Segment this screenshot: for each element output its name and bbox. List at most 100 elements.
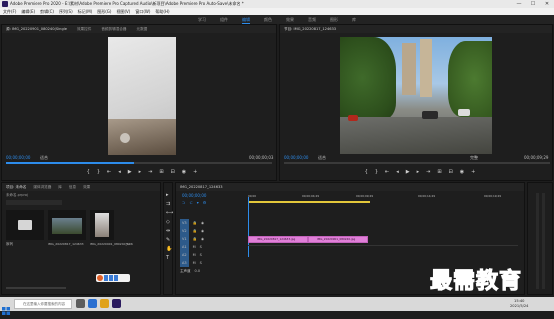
tab-audio-clip-mixer[interactable]: 音频剪辑混合器 [101,25,126,33]
program-fit-select[interactable]: 适合 [318,155,326,161]
export-frame-icon[interactable]: ◉ [182,169,186,175]
workspace-audio[interactable]: 音频 [308,15,316,24]
solo-icon[interactable]: S [200,243,202,251]
insert-icon[interactable]: ⊞ [159,169,163,175]
track-v3-target[interactable]: V3 [180,219,189,227]
menu-graphics[interactable]: 图形(G) [97,8,111,15]
program-scrub-bar[interactable] [284,162,550,164]
prog-mark-out-icon[interactable]: } [375,169,378,175]
tab-sequence[interactable]: IMG_20220817_124633 [180,183,223,191]
close-button[interactable]: ✕ [540,0,554,8]
razor-tool-icon[interactable]: ◇ [166,218,172,227]
prog-play-icon[interactable]: ▶ [406,169,410,175]
prog-go-to-in-icon[interactable]: ⇤ [385,169,389,175]
add-icon[interactable]: + [193,169,197,175]
edge-browser-icon[interactable] [88,299,97,308]
taskbar-search-input[interactable]: 在这里输入你要搜索的内容 [14,299,72,309]
program-quality-select[interactable]: 完整 [470,155,478,161]
tab-libraries[interactable]: 库 [58,183,62,191]
menu-help[interactable]: 帮助(H) [155,8,169,15]
track-v1-target[interactable]: V1 [180,235,189,243]
lift-icon[interactable]: ⊞ [437,169,441,175]
playhead[interactable] [248,197,249,257]
workspace-assembly[interactable]: 组件 [220,15,228,24]
tab-media-browser[interactable]: 媒体浏览器 [33,183,51,191]
step-forward-icon[interactable]: ▸ [139,169,142,175]
tab-source[interactable]: 源: IMG_20220901_080240(Single [6,25,67,33]
ime-toolbar[interactable] [96,274,130,282]
menu-edit[interactable]: 编辑(E) [21,8,35,15]
clip-thumb-2[interactable] [90,210,114,240]
workspace-effects[interactable]: 效果 [286,15,294,24]
wrench-icon[interactable]: ⚙ [203,200,207,205]
mark-out-icon[interactable]: } [97,169,100,175]
step-back-icon[interactable]: ◂ [118,169,121,175]
mark-in-icon[interactable]: { [87,169,90,175]
task-view-icon[interactable] [76,299,85,308]
slip-tool-icon[interactable]: ⇹ [166,227,172,236]
menu-markers[interactable]: 标记(M) [78,8,93,15]
timeline-clip-2[interactable]: IMG_20220901_080240.jpg [308,236,368,243]
tab-project[interactable]: 项目: 未命名 [6,183,26,191]
maximize-button[interactable]: ☐ [526,0,540,8]
menu-sequence[interactable]: 序列(S) [59,8,73,15]
linked-selection-icon[interactable]: ⊂ [189,200,192,205]
file-explorer-icon[interactable] [100,299,109,308]
master-value[interactable]: 0.0 [195,267,201,275]
prog-step-forward-icon[interactable]: ▸ [417,169,420,175]
go-to-in-icon[interactable]: ⇤ [107,169,111,175]
track-v2-target[interactable]: V2 [180,227,189,235]
clip-thumb-1[interactable] [48,210,86,240]
track-a2-target[interactable]: A2 [180,251,189,259]
selection-tool-icon[interactable]: ▸ [166,191,172,200]
eye-icon[interactable]: ◉ [201,235,204,243]
tab-effects[interactable]: 效果 [83,183,90,191]
bin-thumb[interactable] [6,210,44,240]
lock-icon[interactable]: 🔒 [193,227,197,235]
pen-tool-icon[interactable]: ✎ [166,236,172,245]
source-fit-select[interactable]: 适合 [40,155,48,161]
menu-file[interactable]: 文件(F) [3,8,16,15]
workspace-graphics[interactable]: 图形 [330,15,338,24]
prog-go-to-out-icon[interactable]: ⇥ [426,169,430,175]
hand-tool-icon[interactable]: ✋ [166,245,172,254]
workspace-color[interactable]: 颜色 [264,15,272,24]
type-tool-icon[interactable]: T [166,254,172,263]
timeline-clip-1[interactable]: IMG_20220817_124633.jpg [248,236,308,243]
play-icon[interactable]: ▶ [128,169,132,175]
track-a3-target[interactable]: A3 [180,259,189,267]
overwrite-icon[interactable]: ⊟ [171,169,175,175]
solo-icon[interactable]: S [200,251,202,259]
tab-effect-controls[interactable]: 效果控件 [77,25,91,33]
mute-icon[interactable]: M [193,243,196,251]
prog-step-back-icon[interactable]: ◂ [396,169,399,175]
ripple-edit-icon[interactable]: ⟷ [166,209,173,218]
menu-window[interactable]: 窗口(W) [135,8,150,15]
mute-icon[interactable]: M [193,259,196,267]
system-clock[interactable]: 15:40 2021/5/24 [510,299,528,308]
timeline-timecode[interactable]: 00;00;00;00 [182,193,206,198]
lock-icon[interactable]: 🔒 [193,235,197,243]
tab-metadata[interactable]: 元数据 [136,25,147,33]
prog-mark-in-icon[interactable]: { [365,169,368,175]
menu-view[interactable]: 视图(V) [116,8,130,15]
windows-start-icon[interactable] [2,300,10,315]
add-marker-icon[interactable]: ▾ [197,200,199,205]
mute-icon[interactable]: M [193,251,196,259]
source-timecode[interactable]: 00;00;00;00 [6,155,30,160]
tab-info[interactable]: 信息 [69,183,76,191]
snap-icon[interactable]: ⊃ [182,200,185,205]
solo-icon[interactable]: S [200,259,202,267]
thumbnail-size-slider[interactable] [6,287,66,289]
eye-icon[interactable]: ◉ [201,219,204,227]
track-a1-target[interactable]: A1 [180,243,189,251]
menu-clip[interactable]: 剪辑(C) [40,8,54,15]
tab-program[interactable]: 节目: IMG_20220817_124633 [284,25,336,33]
extract-icon[interactable]: ⊟ [449,169,453,175]
eye-icon[interactable]: ◉ [201,227,204,235]
source-scrub-bar[interactable] [6,162,272,164]
minimize-button[interactable]: — [512,0,526,8]
premiere-taskbar-icon[interactable] [112,299,121,308]
prog-export-frame-icon[interactable]: ◉ [460,169,464,175]
workspace-libraries[interactable]: 库 [352,15,356,24]
